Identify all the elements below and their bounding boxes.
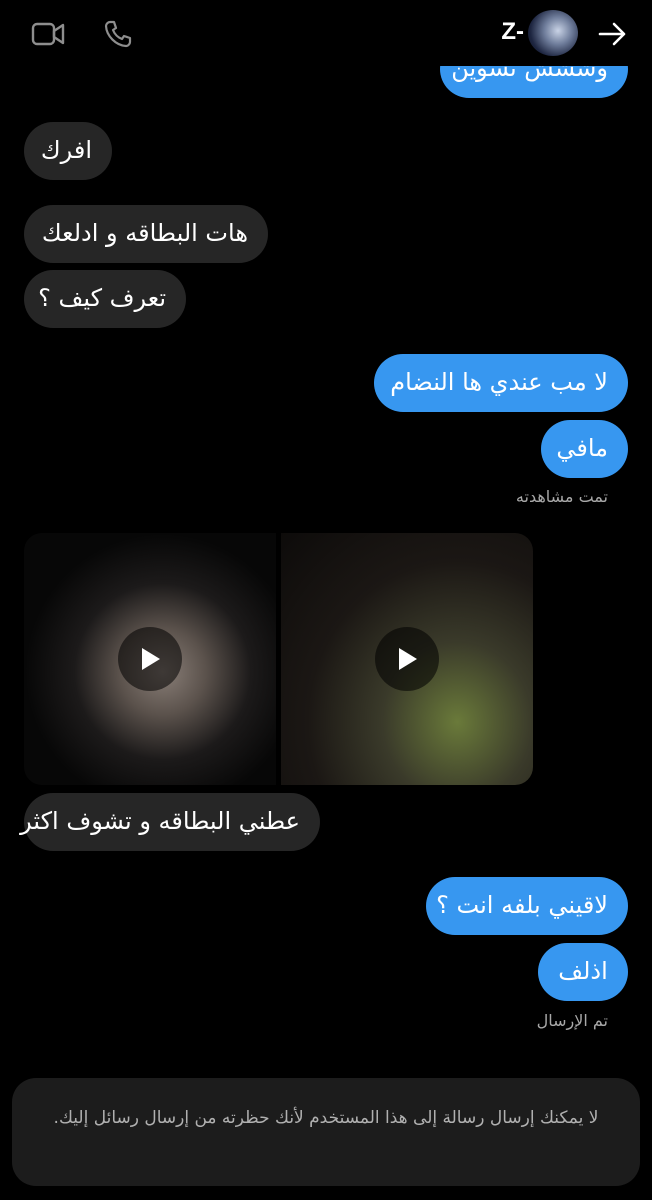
contact-name[interactable]: Z- xyxy=(484,18,524,46)
message-incoming[interactable]: تعرف كيف ؟ xyxy=(24,270,186,328)
message-incoming[interactable]: هات البطاقه و ادلعك xyxy=(24,205,268,263)
arrow-right-icon[interactable] xyxy=(592,14,632,54)
play-icon[interactable] xyxy=(118,627,182,691)
chat-header: Z- xyxy=(0,0,652,66)
phone-icon[interactable] xyxy=(98,14,138,54)
avatar[interactable] xyxy=(528,10,578,56)
message-outgoing[interactable]: مافي xyxy=(541,420,628,478)
blocked-notice: لا يمكنك إرسال رسالة إلى هذا المستخدم لأ… xyxy=(12,1078,640,1186)
video-camera-icon[interactable] xyxy=(28,14,68,54)
seen-status: تمت مشاهدته xyxy=(515,487,608,506)
message-outgoing[interactable]: لا مب عندي ها النضام xyxy=(374,354,628,412)
sent-status: تم الإرسال xyxy=(536,1011,608,1030)
play-icon[interactable] xyxy=(375,627,439,691)
message-outgoing[interactable]: لاقيني بلفه انت ؟ xyxy=(426,877,628,935)
chat-screen: وششش تسوين Z- افرك هات البطاقه و ادلعك ت… xyxy=(0,0,652,1200)
message-incoming[interactable]: عطني البطاقه و تشوف اكثر xyxy=(20,793,320,851)
message-outgoing[interactable]: اذلف xyxy=(538,943,628,1001)
video-message[interactable] xyxy=(281,533,533,785)
message-incoming[interactable]: افرك xyxy=(24,122,112,180)
video-message[interactable] xyxy=(24,533,276,785)
